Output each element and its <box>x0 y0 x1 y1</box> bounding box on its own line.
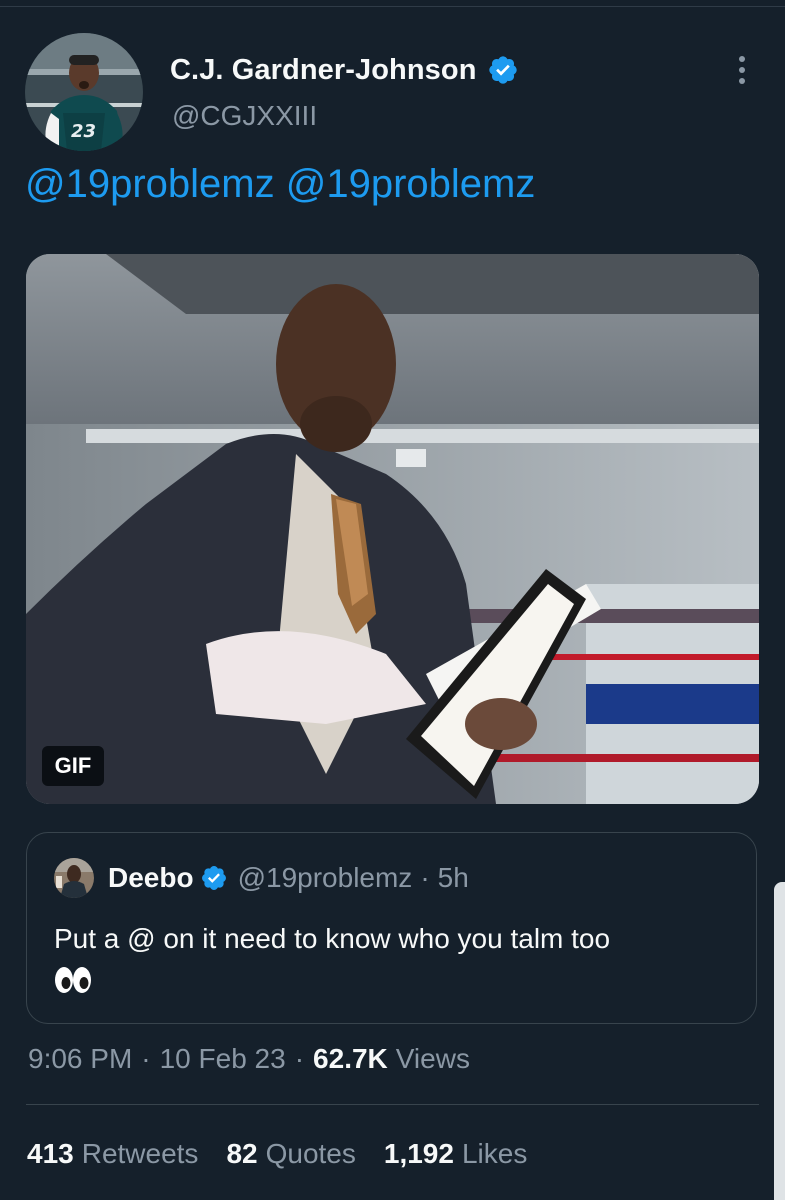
quoted-author-avatar[interactable] <box>54 858 94 898</box>
verified-badge-icon <box>488 56 517 84</box>
author-avatar[interactable]: 23 <box>25 33 143 151</box>
meta-separator: · <box>294 1043 305 1074</box>
quoted-avatar-icon <box>54 858 94 898</box>
retweets-count: 413 <box>27 1138 74 1169</box>
views-label[interactable]: Views <box>396 1043 470 1075</box>
views-count[interactable]: 62.7K <box>313 1043 388 1075</box>
more-dot-icon <box>739 78 745 84</box>
quoted-display-name: Deebo <box>108 862 194 893</box>
quoted-tweet-header: Deebo @19problemz · 5h <box>54 858 469 898</box>
meta-separator: · <box>141 1043 151 1074</box>
tweet-stats: 413 Retweets 82 Quotes 1,192 Likes <box>27 1134 555 1174</box>
more-options-button[interactable] <box>725 50 759 90</box>
quotes-stat[interactable]: 82 Quotes <box>226 1138 355 1170</box>
more-dot-icon <box>739 56 745 62</box>
tweet-meta: 9:06 PM · 10 Feb 23 · 62.7K Views <box>28 1038 470 1080</box>
likes-label: Likes <box>461 1138 528 1169</box>
quoted-verified-badge-icon <box>201 866 226 890</box>
quotes-label: Quotes <box>265 1138 356 1169</box>
author-handle[interactable]: @CGJXXIII <box>172 100 317 132</box>
mention-link[interactable]: @19problemz <box>286 162 536 206</box>
likes-stat[interactable]: 1,192 Likes <box>384 1138 527 1170</box>
quoted-time: 5h <box>437 862 469 893</box>
tweet-gif-media[interactable] <box>26 254 759 804</box>
player-avatar-icon: 23 <box>25 33 143 151</box>
retweets-label: Retweets <box>81 1138 199 1169</box>
svg-text:23: 23 <box>71 121 96 142</box>
gif-frame-image <box>26 254 759 804</box>
retweets-stat[interactable]: 413 Retweets <box>27 1138 198 1170</box>
author-display-name[interactable]: C.J. Gardner-Johnson <box>170 54 477 87</box>
mention-link[interactable]: @19problemz <box>25 162 275 206</box>
tweet-text: @19problemz @19problemz <box>25 162 535 207</box>
meta-divider <box>26 1104 759 1105</box>
likes-count: 1,192 <box>383 1138 454 1169</box>
quotes-count: 82 <box>226 1138 258 1169</box>
eyes-emoji-icon <box>55 967 91 993</box>
top-divider <box>0 6 785 7</box>
tweet-detail-page: 23 C.J. Gardner-Johnson @CGJXXIII @19pro… <box>0 0 785 1200</box>
gif-badge: GIF <box>42 746 104 786</box>
tweet-date[interactable]: 10 Feb 23 <box>160 1043 286 1075</box>
quoted-separator: · <box>420 862 430 893</box>
quoted-tweet-text: Put a @ on it need to know who you talm … <box>54 923 611 954</box>
scrollbar[interactable] <box>774 882 785 1200</box>
quoted-tweet-card[interactable]: Deebo @19problemz · 5h Put a @ on it nee… <box>26 832 757 1024</box>
more-dot-icon <box>739 67 745 73</box>
tweet-time[interactable]: 9:06 PM <box>28 1043 132 1075</box>
quoted-handle: @19problemz <box>237 862 413 893</box>
author-name-row[interactable]: C.J. Gardner-Johnson <box>170 50 519 90</box>
